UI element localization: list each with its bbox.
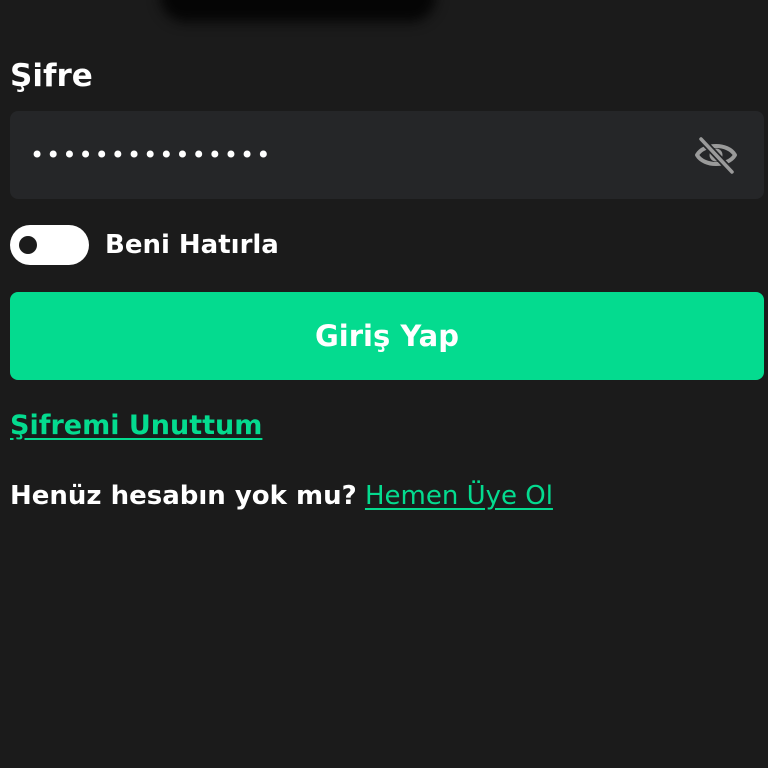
signup-row: Henüz hesabın yok mu? Hemen Üye Ol bbox=[10, 476, 553, 516]
remember-me-label: Beni Hatırla bbox=[105, 230, 279, 260]
remember-me-toggle[interactable] bbox=[10, 225, 89, 265]
eye-off-icon[interactable] bbox=[694, 135, 738, 175]
login-button[interactable]: Giriş Yap bbox=[10, 292, 764, 380]
signup-link[interactable]: Hemen Üye Ol bbox=[365, 481, 553, 511]
remember-me-row: Beni Hatırla bbox=[10, 225, 279, 265]
forgot-password-link[interactable]: Şifremi Unuttum bbox=[10, 406, 262, 446]
password-field bbox=[10, 111, 764, 199]
eye-off-icon-graphic bbox=[695, 135, 737, 175]
top-input-shadow bbox=[160, 0, 436, 22]
toggle-knob bbox=[19, 236, 37, 254]
password-label: Şifre bbox=[10, 58, 93, 94]
password-input[interactable] bbox=[30, 111, 670, 199]
login-screen: Şifre Beni Hatırla Giriş Yap Şifremi Unu… bbox=[0, 0, 768, 768]
signup-question: Henüz hesabın yok mu? bbox=[10, 481, 357, 511]
